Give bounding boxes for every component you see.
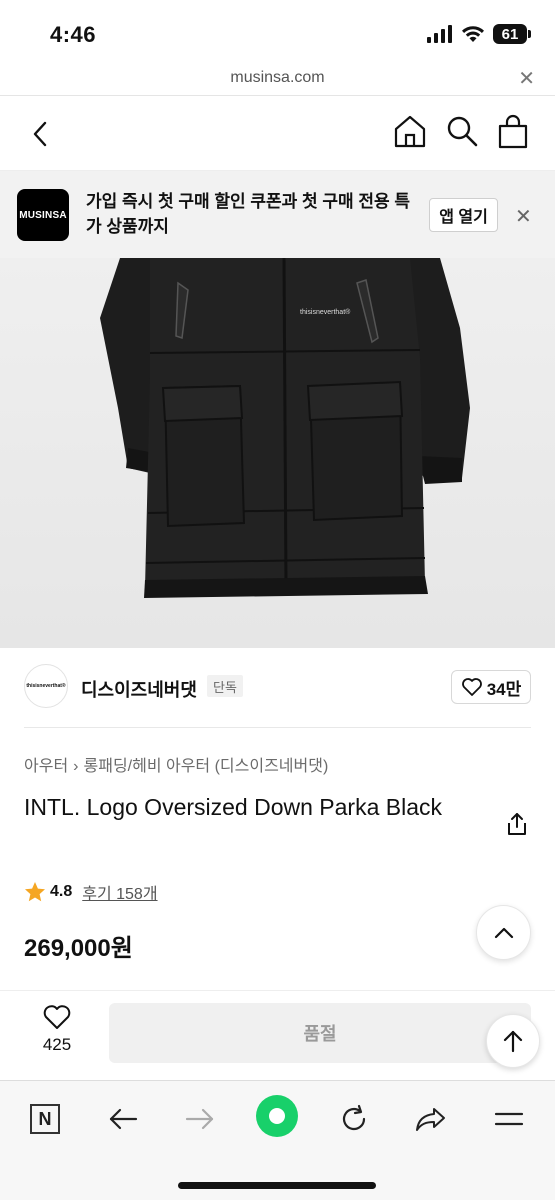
share-button[interactable] [411, 1099, 451, 1139]
share-arrow-icon [416, 1108, 445, 1131]
refresh-icon [342, 1104, 366, 1131]
brand-like-button[interactable]: 34만 [451, 670, 531, 704]
menu-button[interactable] [489, 1099, 529, 1139]
parka-illustration: thisisneverthat® [100, 258, 470, 598]
banner-message: 가입 즉시 첫 구매 할인 쿠폰과 첫 구매 전용 특가 상품까지 [86, 192, 411, 236]
browser-toolbar: N [0, 1080, 555, 1200]
url-text[interactable]: musinsa.com [0, 69, 555, 87]
brand-avatar[interactable]: thisisneverthat® [24, 664, 68, 708]
back-icon[interactable] [24, 117, 58, 151]
status-bar: 4:46 61 [0, 0, 555, 62]
url-bar[interactable]: musinsa.com ✕ [0, 62, 555, 96]
open-app-button[interactable]: 앱 열기 [429, 198, 498, 232]
shopping-bag-icon[interactable] [496, 113, 530, 149]
green-dot-icon [269, 1108, 285, 1124]
soldout-button[interactable]: 품절 [109, 1003, 531, 1063]
search-icon[interactable] [445, 114, 479, 148]
rating-row: 4.8 후기 158개 [24, 880, 158, 904]
breadcrumb-item-long-padding[interactable]: 롱패딩/헤비 아우터 (디스이즈네버댓) [84, 758, 329, 775]
collapse-button[interactable] [476, 905, 531, 960]
exclusive-badge: 단독 [207, 675, 243, 697]
battery-level: 61 [501, 25, 519, 43]
product-image[interactable]: thisisneverthat® [0, 258, 555, 648]
arrow-left-icon [109, 1108, 138, 1130]
review-count-link[interactable]: 후기 158개 [82, 880, 157, 904]
battery-icon: 61 [493, 24, 531, 44]
hamburger-menu-icon [494, 1112, 524, 1126]
parka-logo-print: thisisneverthat® [300, 308, 351, 316]
product-price: 269,000원 [24, 935, 133, 962]
green-dot-button[interactable] [256, 1095, 298, 1137]
status-time: 4:46 [50, 22, 97, 47]
app-download-banner: MUSINSA 가입 즉시 첫 구매 할인 쿠폰과 첫 구매 전용 특가 상품까… [0, 171, 555, 258]
purchase-bar: 425 품절 [0, 990, 555, 1078]
breadcrumb-item-outer[interactable]: 아우터 [24, 758, 68, 775]
brand-like-count: 34만 [486, 679, 522, 699]
star-icon [25, 882, 45, 902]
share-icon[interactable] [504, 811, 530, 837]
breadcrumb: 아우터 › 롱패딩/헤비 아우터 (디스이즈네버댓) [24, 752, 328, 776]
browser-forward-button[interactable] [180, 1099, 220, 1139]
scroll-to-top-button[interactable] [486, 1014, 540, 1068]
brand-name[interactable]: 디스이즈네버댓 [81, 676, 197, 702]
chevron-right-icon: › [73, 758, 79, 775]
heart-icon [43, 1005, 71, 1029]
arrow-right-icon [185, 1108, 214, 1130]
brand-row[interactable]: thisisneverthat® 디스이즈네버댓 단독 34만 [0, 660, 555, 720]
wishlist-count: 425 [42, 1035, 72, 1054]
product-title: INTL. Logo Oversized Down Parka Black [24, 794, 443, 820]
cellular-signal-icon [427, 25, 452, 43]
wishlist-button[interactable]: 425 [30, 1003, 84, 1063]
rating-value: 4.8 [50, 883, 73, 900]
divider [24, 727, 531, 728]
naver-home-button[interactable]: N [25, 1099, 65, 1139]
naver-n-icon: N [30, 1104, 60, 1134]
close-icon[interactable]: ✕ [518, 66, 535, 91]
arrow-up-icon [503, 1030, 523, 1053]
heart-icon [461, 678, 482, 696]
musinsa-logo: MUSINSA [17, 189, 69, 241]
status-icons: 61 [427, 24, 531, 44]
site-header [0, 97, 555, 171]
browser-back-button[interactable] [103, 1099, 143, 1139]
close-icon[interactable]: ✕ [515, 204, 532, 229]
home-icon[interactable] [392, 113, 428, 149]
chevron-up-icon [494, 927, 513, 938]
wifi-icon [462, 26, 484, 42]
refresh-button[interactable] [334, 1099, 374, 1139]
home-indicator [178, 1182, 376, 1189]
